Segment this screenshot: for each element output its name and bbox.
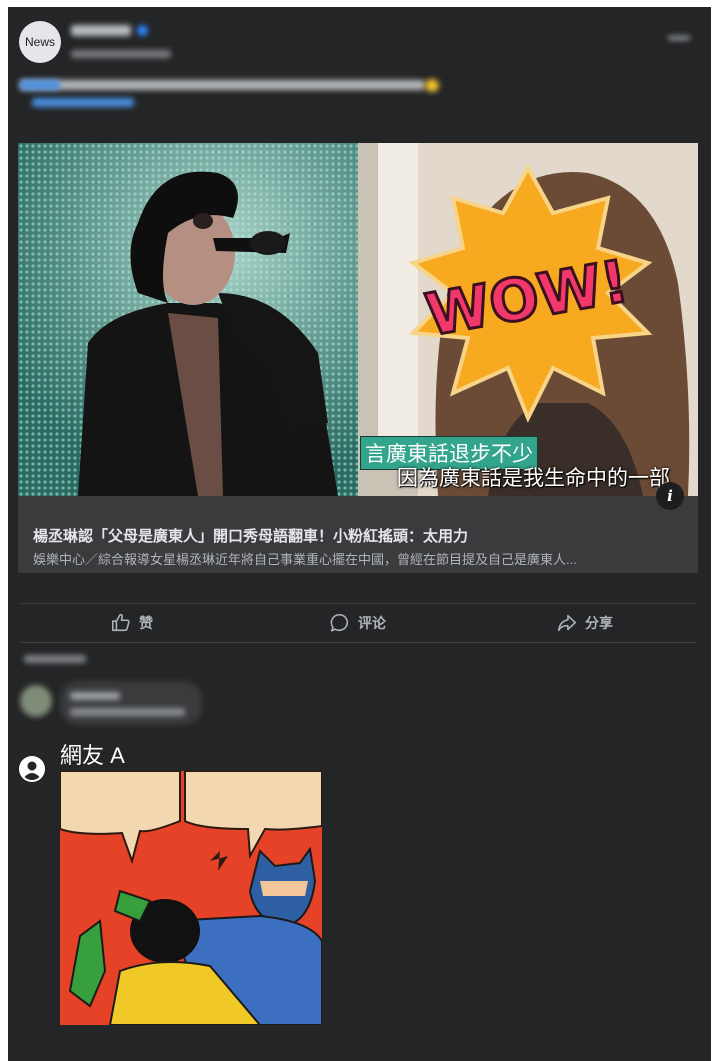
share-icon bbox=[557, 614, 577, 632]
user-circle-icon bbox=[19, 756, 45, 782]
thumbs-up-icon bbox=[111, 613, 130, 632]
video-subtitle-2: 因為廣東話是我生命中的一部 bbox=[397, 466, 670, 490]
card-gap bbox=[0, 596, 8, 646]
post-caption-hashtags-blurred[interactable] bbox=[32, 98, 134, 107]
share-label: 分享 bbox=[585, 615, 613, 631]
comment-bubble-blurred bbox=[60, 681, 202, 725]
post-meta-blurred bbox=[71, 50, 171, 58]
info-icon[interactable]: i bbox=[656, 482, 684, 510]
post-caption-blurred bbox=[20, 80, 425, 90]
comment-text-blurred bbox=[70, 708, 185, 716]
share-button[interactable]: 分享 bbox=[556, 612, 613, 634]
emoji-icon bbox=[425, 79, 439, 92]
divider-top bbox=[21, 603, 697, 604]
page-name-blurred[interactable] bbox=[71, 25, 131, 36]
comment-label: 评论 bbox=[358, 615, 386, 631]
page-avatar[interactable]: News bbox=[19, 21, 61, 63]
comic-slap-illustration bbox=[60, 771, 322, 1025]
like-button[interactable]: 赞 bbox=[110, 612, 153, 634]
comment-icon bbox=[330, 613, 349, 632]
commenter-avatar[interactable] bbox=[20, 685, 52, 717]
verified-badge-icon bbox=[137, 25, 148, 36]
more-options-icon[interactable] bbox=[668, 36, 690, 40]
comment-button[interactable]: 评论 bbox=[329, 612, 386, 634]
post-caption-link-blurred[interactable] bbox=[20, 80, 60, 90]
singer-illustration bbox=[18, 143, 358, 496]
divider-bottom bbox=[21, 642, 697, 643]
comment-author-blurred bbox=[70, 692, 120, 700]
preview-image-singer[interactable] bbox=[18, 143, 358, 496]
link-description[interactable]: 娛樂中心／綜合報導女星楊丞琳近年將自己事業重心擺在中國，曾經在節目提及自己是廣東… bbox=[33, 549, 577, 568]
meme-image[interactable] bbox=[60, 771, 322, 1025]
link-title[interactable]: 楊丞琳認「父母是廣東人」開口秀母語翻車！小粉紅搖頭：太用力 bbox=[33, 525, 468, 546]
page-avatar-text: News bbox=[24, 35, 55, 49]
comment-filter-blurred[interactable] bbox=[24, 655, 86, 663]
reply-user-name: 網友 A bbox=[60, 743, 125, 768]
like-label: 赞 bbox=[139, 615, 153, 631]
